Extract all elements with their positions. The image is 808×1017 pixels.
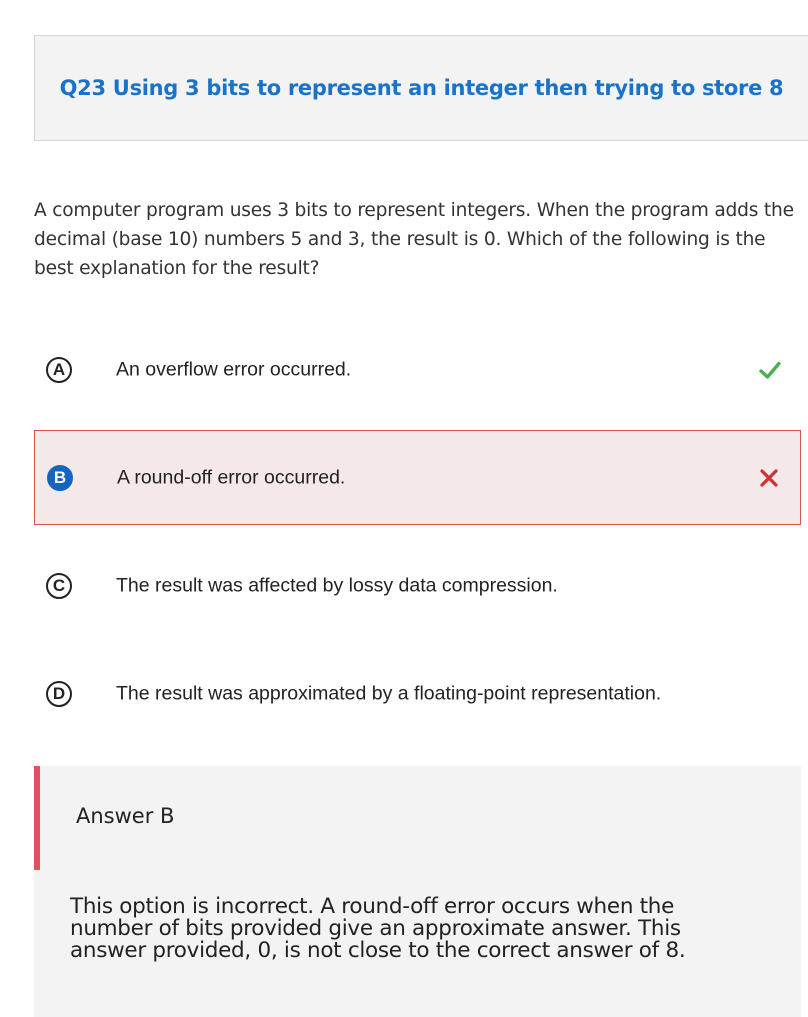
question-title-box: Q23 Using 3 bits to represent an integer… bbox=[34, 35, 808, 141]
question-text: A computer program uses 3 bits to repres… bbox=[34, 200, 794, 279]
option-a-letter: A bbox=[46, 356, 72, 383]
option-b[interactable]: B A round-off error occurred. bbox=[34, 430, 801, 525]
explanation-accent-bar bbox=[34, 766, 40, 870]
explanation-title: Answer B bbox=[76, 804, 175, 828]
checkmark-icon bbox=[759, 361, 781, 379]
explanation-body: This option is incorrect. A round-off er… bbox=[70, 894, 686, 963]
option-b-text: A round-off error occurred. bbox=[117, 466, 346, 488]
option-b-letter: B bbox=[47, 464, 73, 491]
question-title: Q23 Using 3 bits to represent an integer… bbox=[59, 76, 784, 100]
option-d[interactable]: D The result was approximated by a float… bbox=[34, 646, 801, 741]
option-d-letter: D bbox=[46, 680, 72, 707]
option-a-text: An overflow error occurred. bbox=[116, 358, 352, 380]
option-a[interactable]: A An overflow error occurred. bbox=[34, 322, 801, 417]
option-c-letter: C bbox=[46, 572, 72, 599]
option-c[interactable]: C The result was affected by lossy data … bbox=[34, 538, 801, 633]
explanation-panel: Answer B This option is incorrect. A rou… bbox=[34, 766, 801, 1017]
x-icon bbox=[760, 468, 778, 487]
option-d-text: The result was approximated by a floatin… bbox=[116, 682, 662, 704]
option-c-text: The result was affected by lossy data co… bbox=[116, 574, 558, 596]
